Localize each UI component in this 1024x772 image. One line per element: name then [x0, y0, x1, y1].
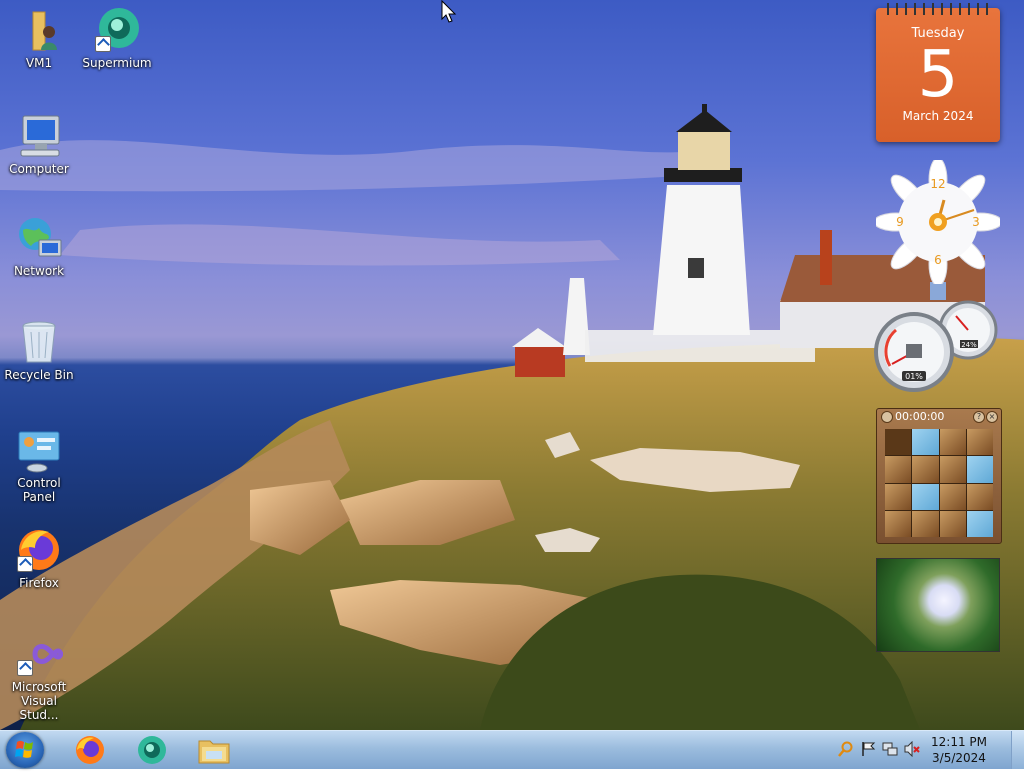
- puzzle-tile[interactable]: [939, 429, 966, 456]
- shortcut-arrow-icon: [17, 660, 33, 676]
- clock-numeral-9: 9: [896, 215, 904, 229]
- puzzle-tile[interactable]: [912, 429, 939, 456]
- desktop-icon-computer[interactable]: Computer: [0, 112, 78, 176]
- desktop-icon-control-panel[interactable]: Control Panel: [0, 426, 78, 504]
- network-globe-icon: [15, 214, 63, 262]
- desktop-icon-visual-studio[interactable]: Microsoft Visual Stud...: [0, 630, 78, 722]
- supermium-icon: [93, 6, 141, 54]
- firefox-icon: [15, 526, 63, 574]
- puzzle-help-button[interactable]: ?: [973, 411, 985, 423]
- puzzle-tile[interactable]: [966, 510, 993, 537]
- puzzle-tile[interactable]: [939, 483, 966, 510]
- puzzle-tile[interactable]: [939, 456, 966, 483]
- puzzle-tile[interactable]: [885, 456, 912, 483]
- cpu-percent: 01%: [905, 372, 923, 381]
- puzzle-toolbar: 00:00:00 ? ×: [877, 409, 1001, 425]
- visual-studio-icon: [15, 630, 64, 678]
- puzzle-grid[interactable]: [885, 429, 993, 537]
- desktop-icon-vm1[interactable]: VM1: [0, 6, 78, 70]
- picture-puzzle-gadget[interactable]: 00:00:00 ? ×: [876, 408, 1002, 544]
- search-magnifier-icon[interactable]: [838, 741, 854, 757]
- desktop-icon-recycle-bin[interactable]: Recycle Bin: [0, 318, 78, 382]
- puzzle-tile[interactable]: [966, 456, 993, 483]
- puzzle-tile[interactable]: [939, 510, 966, 537]
- desktop-icon-label: Computer: [9, 162, 69, 176]
- tray-time: 12:11 PM: [931, 735, 987, 749]
- show-desktop-button[interactable]: [1011, 731, 1024, 769]
- taskbar-explorer-button[interactable]: [186, 733, 242, 767]
- puzzle-tile[interactable]: [966, 429, 993, 456]
- clock-numeral-3: 3: [972, 215, 980, 229]
- clock-gadget[interactable]: 12 3 6 9: [873, 157, 1003, 287]
- windows-logo-icon: [15, 740, 33, 758]
- puzzle-close-button[interactable]: ×: [986, 411, 998, 423]
- control-panel-icon: [15, 426, 63, 474]
- puzzle-pin-icon[interactable]: [881, 411, 893, 423]
- taskbar-supermium-button[interactable]: [124, 733, 180, 767]
- desktop-icon-label: Firefox: [19, 576, 59, 590]
- notification-area: 12:11 PM 3/5/2024: [834, 731, 1024, 769]
- desktop-icon-label: Recycle Bin: [4, 368, 74, 382]
- cpu-meter-gadget[interactable]: 24% 01%: [872, 300, 1002, 392]
- slideshow-gadget[interactable]: [876, 558, 1000, 652]
- desktop[interactable]: VM1 Supermium Computer Network Recycle B…: [0, 0, 1024, 730]
- folder-icon: [198, 740, 230, 764]
- puzzle-tile[interactable]: [885, 429, 912, 456]
- taskbar: 12:11 PM 3/5/2024: [0, 730, 1024, 769]
- calendar-month-year: March 2024: [902, 109, 974, 123]
- puzzle-tile[interactable]: [885, 483, 912, 510]
- desktop-icon-label: Microsoft Visual Stud...: [11, 680, 67, 722]
- mouse-cursor-icon: [441, 0, 457, 23]
- puzzle-tile[interactable]: [966, 483, 993, 510]
- puzzle-timer: 00:00:00: [895, 410, 945, 423]
- network-status-icon[interactable]: [882, 741, 898, 757]
- clock-numeral-12: 12: [930, 177, 945, 191]
- desktop-icon-label: Supermium: [82, 56, 152, 70]
- tray-clock[interactable]: 12:11 PM 3/5/2024: [924, 734, 994, 766]
- calendar-day: 5: [917, 38, 959, 112]
- volume-muted-icon[interactable]: [904, 741, 920, 757]
- desktop-icon-firefox[interactable]: Firefox: [0, 526, 78, 590]
- start-button[interactable]: [6, 732, 44, 768]
- puzzle-tile[interactable]: [912, 510, 939, 537]
- desktop-icon-label: Control Panel: [17, 476, 61, 504]
- tray-date: 3/5/2024: [932, 751, 986, 765]
- recycle-bin-icon: [15, 318, 63, 366]
- calendar-gadget[interactable]: Tuesday 5 March 2024: [876, 3, 1000, 142]
- desktop-icon-network[interactable]: Network: [0, 214, 78, 278]
- puzzle-tile[interactable]: [885, 510, 912, 537]
- taskbar-firefox-button[interactable]: [62, 733, 118, 767]
- supermium-icon: [138, 736, 166, 764]
- puzzle-tile[interactable]: [912, 483, 939, 510]
- computer-icon: [15, 112, 63, 160]
- memory-percent: 24%: [961, 341, 977, 349]
- desktop-icon-label: VM1: [25, 56, 53, 70]
- calendar-rings: [882, 3, 994, 15]
- shortcut-arrow-icon: [95, 36, 111, 52]
- shortcut-arrow-icon: [17, 556, 33, 572]
- desktop-icon-label: Network: [13, 264, 65, 278]
- clock-numeral-6: 6: [934, 253, 942, 267]
- clock-face: 12 3 6 9: [873, 157, 1003, 287]
- firefox-icon: [76, 736, 104, 764]
- wallpaper: [0, 104, 1024, 730]
- action-center-flag-icon[interactable]: [860, 741, 876, 757]
- desktop-icon-supermium[interactable]: Supermium: [78, 6, 156, 70]
- folder-user-icon: [15, 6, 63, 54]
- puzzle-tile[interactable]: [912, 456, 939, 483]
